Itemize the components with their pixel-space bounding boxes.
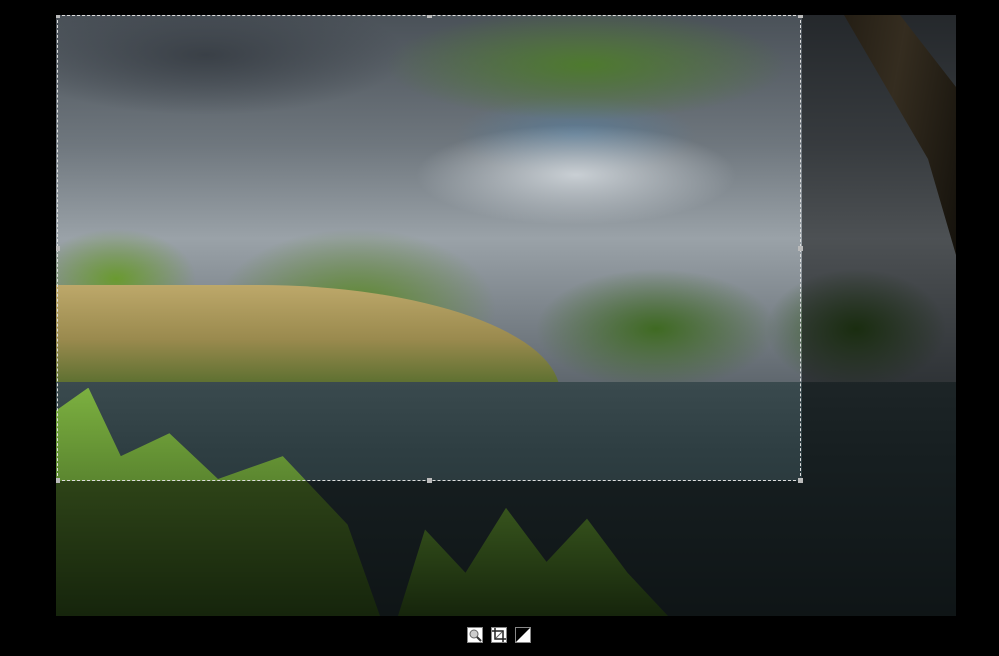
crop-handle-se[interactable] (798, 478, 803, 483)
crop-handle-s[interactable] (427, 478, 432, 483)
crop-selection[interactable] (56, 15, 803, 483)
crop-handle-w[interactable] (56, 246, 60, 251)
crop-mask-right (802, 15, 956, 616)
contrast-icon (516, 628, 530, 642)
crop-icon (492, 628, 506, 642)
contrast-button[interactable] (515, 627, 531, 643)
editor-toolbar (467, 627, 531, 643)
image-canvas[interactable] (56, 15, 956, 616)
zoom-button[interactable] (467, 627, 483, 643)
crop-button[interactable] (491, 627, 507, 643)
crop-handle-n[interactable] (427, 15, 432, 18)
magnifier-icon (469, 629, 482, 642)
crop-handle-e[interactable] (798, 246, 803, 251)
crop-mask-bottom (56, 481, 802, 616)
crop-handle-nw[interactable] (56, 15, 60, 18)
crop-handle-ne[interactable] (798, 15, 803, 18)
crop-handle-sw[interactable] (56, 478, 60, 483)
